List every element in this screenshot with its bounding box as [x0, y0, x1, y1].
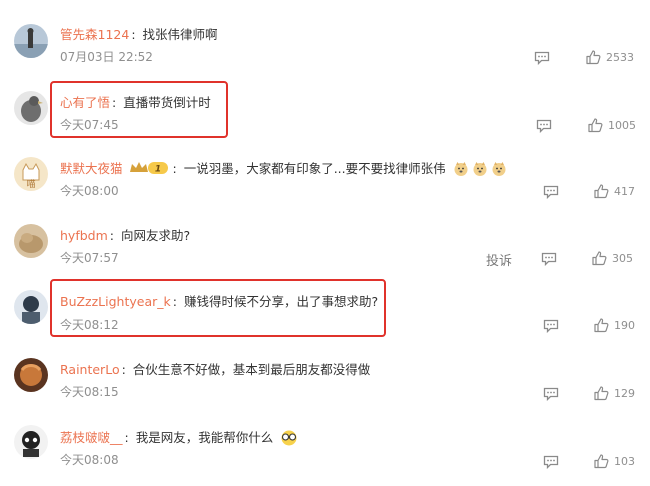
timestamp: 今天08:12	[60, 318, 119, 332]
like-count: 417	[614, 184, 635, 198]
reply-icon[interactable]	[543, 454, 559, 470]
avatar[interactable]: 喵	[14, 157, 48, 191]
timestamp: 今天08:15	[60, 385, 119, 399]
reply-icon[interactable]	[543, 318, 559, 334]
comment-text: 直播带货倒计时	[123, 95, 211, 110]
like-button[interactable]: 190	[594, 316, 635, 334]
avatar[interactable]	[14, 358, 48, 392]
timestamp: 今天08:00	[60, 184, 119, 198]
like-button[interactable]: 1005	[588, 116, 636, 134]
timestamp: 07月03日 22:52	[60, 50, 153, 64]
username[interactable]: 荔枝啵啵__	[60, 430, 123, 445]
reply-icon[interactable]	[543, 386, 559, 402]
comment-text: 合伙生意不好做，基本到最后朋友都没得做	[132, 362, 371, 377]
like-count: 103	[614, 454, 635, 468]
thumbs-up-icon	[594, 385, 609, 400]
thumbs-up-icon	[588, 117, 603, 132]
svg-text:喵: 喵	[26, 179, 35, 190]
comment-text: 向网友求助?	[120, 228, 191, 243]
like-button[interactable]: 103	[594, 452, 635, 470]
like-count: 2533	[606, 50, 634, 64]
like-count: 190	[614, 318, 635, 332]
timestamp: 今天08:08	[60, 453, 119, 467]
reply-icon[interactable]	[541, 251, 557, 267]
like-button[interactable]: 2533	[586, 48, 634, 66]
avatar[interactable]	[14, 425, 48, 459]
username[interactable]: 心有了悟	[60, 95, 110, 110]
reply-icon[interactable]	[543, 184, 559, 200]
like-count: 305	[612, 251, 633, 265]
badge-level: 1	[154, 164, 160, 174]
username[interactable]: BuZzzLightyear_k	[60, 294, 171, 309]
like-button[interactable]: 417	[594, 182, 635, 200]
thumbs-up-icon	[594, 183, 609, 198]
thumbs-up-icon	[592, 250, 607, 265]
like-button[interactable]: 305	[592, 249, 633, 267]
vip-crown-badge: 1	[129, 160, 169, 176]
username[interactable]: hyfbdm	[60, 228, 108, 243]
thumbs-up-icon	[594, 453, 609, 468]
report-button[interactable]: 投诉	[486, 250, 512, 269]
timestamp: 今天07:45	[60, 118, 119, 132]
doge-emoji-icon	[453, 161, 469, 177]
username[interactable]: 默默大夜猫	[60, 161, 123, 176]
reply-icon[interactable]	[536, 118, 552, 134]
username[interactable]: 管先森1124	[60, 27, 129, 42]
like-count: 1005	[608, 118, 636, 132]
avatar[interactable]	[14, 224, 48, 258]
reply-icon[interactable]	[534, 50, 550, 66]
glasses-emoji-icon	[280, 430, 297, 446]
doge-emoji-icon	[472, 161, 488, 177]
thumbs-up-icon	[594, 317, 609, 332]
avatar[interactable]	[14, 290, 48, 324]
comment-text: 赚钱得时候不分享，出了事想求助?	[183, 294, 379, 309]
comment-text: 一说羽墨，大家都有印象了...要不要找律师张伟	[183, 161, 446, 176]
comment-text: 我是网友，我能帮你什么	[135, 430, 274, 445]
thumbs-up-icon	[586, 49, 601, 64]
timestamp: 今天07:57	[60, 251, 119, 265]
username[interactable]: RainterLo	[60, 362, 120, 377]
doge-emoji-icon	[491, 161, 507, 177]
like-button[interactable]: 129	[594, 384, 635, 402]
avatar[interactable]	[14, 91, 48, 125]
comment-text: 找张伟律师啊	[142, 27, 218, 42]
avatar[interactable]	[14, 24, 48, 58]
like-count: 129	[614, 386, 635, 400]
